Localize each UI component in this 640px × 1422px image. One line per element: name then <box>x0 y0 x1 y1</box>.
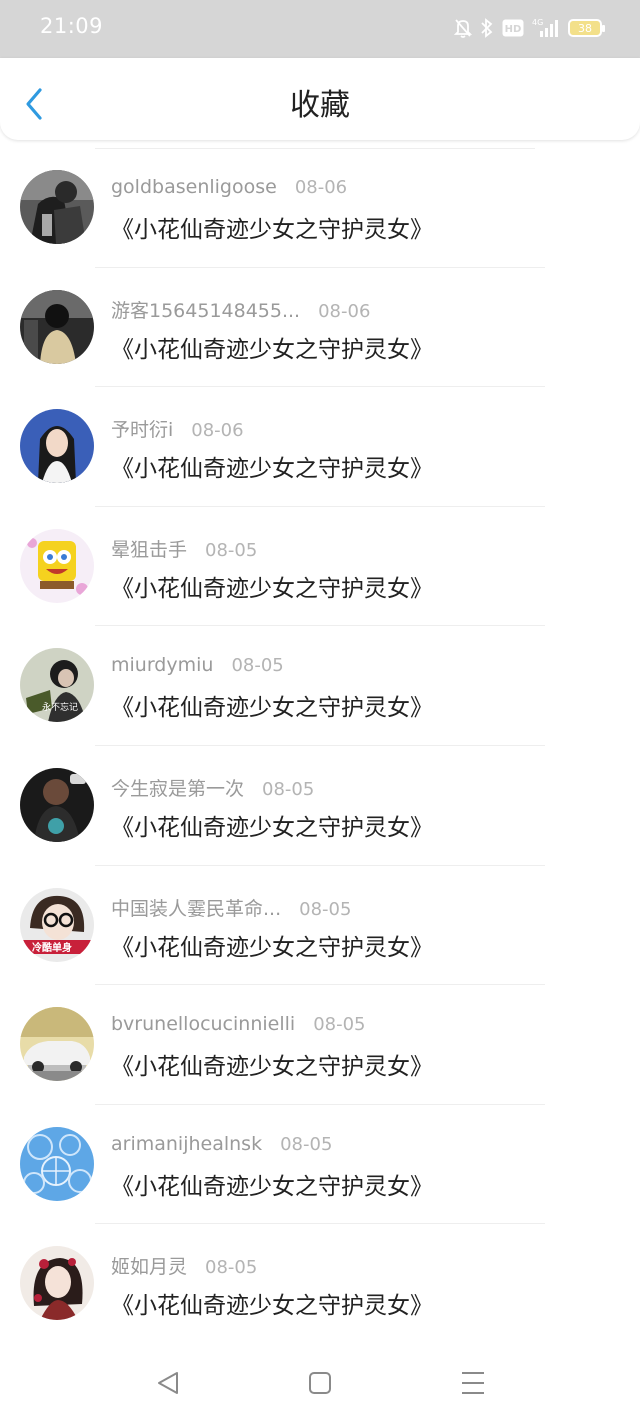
status-icons: HD 4G 38 <box>454 14 605 42</box>
avatar[interactable] <box>20 528 94 603</box>
favorite-item[interactable]: 今生寂是第一次 08-05 《小花仙奇迹少女之守护灵女》 <box>0 746 640 866</box>
favorite-title[interactable]: 《小花仙奇迹少女之守护灵女》 <box>111 449 433 483</box>
bluetooth-icon <box>480 18 494 38</box>
favorite-item[interactable]: arimanijhealnsk 08-05 《小花仙奇迹少女之守护灵女》 <box>0 1105 640 1225</box>
favorite-item[interactable]: 姬如月灵 08-05 《小花仙奇迹少女之守护灵女》 <box>0 1224 640 1344</box>
meta-row: 游客15645148455... 08-06 <box>111 296 370 323</box>
meta-row: 予时衍i 08-06 <box>111 415 244 442</box>
svg-text:永不忘记: 永不忘记 <box>42 701 78 713</box>
username[interactable]: miurdymiu <box>111 654 213 676</box>
home-square-icon <box>305 1372 335 1402</box>
meta-row: goldbasenligoose 08-06 <box>111 176 347 198</box>
avatar[interactable] <box>20 1007 94 1082</box>
svg-text:HD: HD <box>505 24 522 35</box>
meta-row: 晕狙击手 08-05 <box>111 535 257 562</box>
back-triangle-icon <box>153 1372 183 1402</box>
meta-row: 中国装人霎民革命... 08-05 <box>111 894 351 921</box>
date: 08-06 <box>294 177 348 198</box>
username[interactable]: bvrunellocucinnielli <box>111 1013 295 1035</box>
meta-row: 今生寂是第一次 08-05 <box>111 774 314 801</box>
username[interactable]: 中国装人霎民革命... <box>111 894 281 921</box>
signal-4g-icon: 4G <box>532 17 560 39</box>
date: 08-05 <box>280 1133 333 1155</box>
meta-row: miurdymiu 08-05 <box>111 654 284 676</box>
favorite-item[interactable]: 晕狙击手 08-05 《小花仙奇迹少女之守护灵女》 <box>0 507 640 627</box>
favorite-item[interactable]: 予时衍i 08-06 《小花仙奇迹少女之守护灵女》 <box>0 387 640 507</box>
username[interactable]: 姬如月灵 <box>111 1252 187 1279</box>
avatar[interactable] <box>20 409 94 484</box>
svg-text:冷酷单身: 冷酷单身 <box>32 941 72 954</box>
svg-text:4G: 4G <box>532 18 543 27</box>
favorites-list: goldbasenligoose 08-06 《小花仙奇迹少女之守护灵女》 游客… <box>0 148 640 1344</box>
favorite-title[interactable]: 《小花仙奇迹少女之守护灵女》 <box>111 688 433 722</box>
meta-row: bvrunellocucinnielli 08-05 <box>111 1013 366 1035</box>
favorite-item[interactable]: bvrunellocucinnielli 08-05 《小花仙奇迹少女之守护灵女… <box>0 985 640 1105</box>
date: 08-05 <box>205 1257 258 1279</box>
favorite-title[interactable]: 《小花仙奇迹少女之守护灵女》 <box>111 569 433 603</box>
date: 08-05 <box>262 778 315 800</box>
status-time: 21:09 <box>40 14 104 38</box>
favorite-title[interactable]: 《小花仙奇迹少女之守护灵女》 <box>111 1047 433 1081</box>
page-title: 收藏 <box>290 88 350 123</box>
status-bar: 21:09 HD 4G 38 <box>0 0 640 58</box>
favorite-title[interactable]: 《小花仙奇迹少女之守护灵女》 <box>111 928 433 962</box>
favorite-title[interactable]: 《小花仙奇迹少女之守护灵女》 <box>111 210 433 244</box>
avatar[interactable] <box>20 170 94 244</box>
avatar[interactable] <box>20 1246 94 1321</box>
system-nav-bar <box>0 1342 640 1422</box>
nav-home-button[interactable] <box>305 1368 335 1398</box>
avatar[interactable] <box>20 1126 94 1201</box>
avatar[interactable] <box>20 767 94 842</box>
date: 08-05 <box>299 898 352 920</box>
meta-row: 姬如月灵 08-05 <box>111 1252 257 1279</box>
username[interactable]: 晕狙击手 <box>111 535 187 562</box>
mute-bell-icon <box>454 18 472 38</box>
nav-back-button[interactable] <box>153 1368 183 1398</box>
avatar[interactable]: 冷酷单身 <box>20 887 94 962</box>
favorite-title[interactable]: 《小花仙奇迹少女之守护灵女》 <box>111 808 433 842</box>
date: 08-05 <box>231 655 284 677</box>
hd-icon: HD <box>502 19 524 37</box>
favorite-item[interactable]: goldbasenligoose 08-06 《小花仙奇迹少女之守护灵女》 <box>0 148 640 268</box>
date: 08-05 <box>205 539 258 561</box>
username[interactable]: 予时衍i <box>111 415 173 442</box>
favorite-title[interactable]: 《小花仙奇迹少女之守护灵女》 <box>111 1286 433 1320</box>
menu-lines-icon <box>458 1372 488 1402</box>
date: 08-06 <box>191 420 244 442</box>
nav-menu-button[interactable] <box>458 1368 488 1398</box>
battery-level: 38 <box>578 21 592 35</box>
favorite-title[interactable]: 《小花仙奇迹少女之守护灵女》 <box>111 1167 433 1201</box>
username[interactable]: arimanijhealnsk <box>111 1133 262 1155</box>
favorite-item[interactable]: 永不忘记 miurdymiu 08-05 《小花仙奇迹少女之守护灵女》 <box>0 626 640 746</box>
favorite-title[interactable]: 《小花仙奇迹少女之守护灵女》 <box>111 330 433 364</box>
date: 08-05 <box>313 1014 366 1036</box>
meta-row: arimanijhealnsk 08-05 <box>111 1133 332 1155</box>
avatar[interactable] <box>20 289 94 364</box>
favorite-item[interactable]: 游客15645148455... 08-06 《小花仙奇迹少女之守护灵女》 <box>0 268 640 388</box>
battery-icon: 38 <box>568 19 605 37</box>
nav-bar: 收藏 <box>0 58 640 140</box>
favorite-item[interactable]: 冷酷单身 中国装人霎民革命... 08-05 《小花仙奇迹少女之守护灵女》 <box>0 866 640 986</box>
username[interactable]: goldbasenligoose <box>111 176 277 198</box>
avatar[interactable]: 永不忘记 <box>20 648 94 723</box>
date: 08-06 <box>318 300 371 322</box>
username[interactable]: 今生寂是第一次 <box>111 774 244 801</box>
username[interactable]: 游客15645148455... <box>111 296 300 323</box>
